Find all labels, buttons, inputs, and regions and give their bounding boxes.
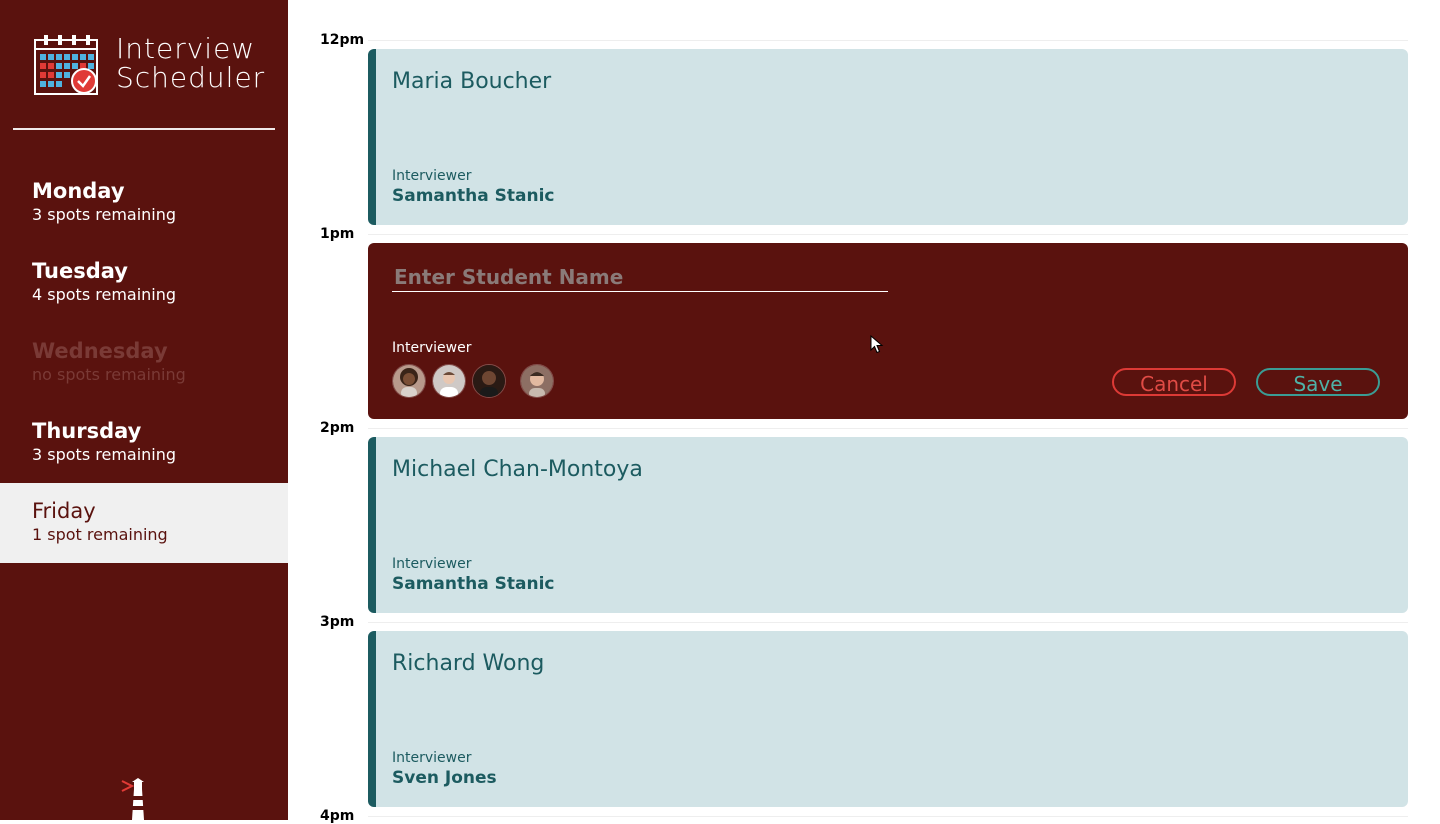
slot-time: 3pm [320, 614, 355, 630]
slot-separator [368, 40, 1408, 41]
interviewer-avatar-2-icon[interactable] [432, 364, 466, 398]
appointment-card[interactable]: Maria Boucher Interviewer Samantha Stani… [368, 49, 1408, 225]
student-name-input[interactable] [392, 263, 888, 292]
day-spots: 1 spot remaining [32, 525, 168, 544]
day-name: Monday [32, 179, 125, 203]
sidebar: Interview Scheduler Monday 3 spots remai… [0, 0, 288, 820]
student-name: Richard Wong [392, 651, 545, 676]
day-spots: 3 spots remaining [32, 205, 177, 224]
slot-time: 4pm [320, 808, 355, 824]
slot-separator [368, 622, 1408, 623]
sidebar-divider [13, 128, 275, 130]
calendar-check-icon [34, 35, 98, 95]
day-item-thursday[interactable]: Thursday 3 spots remaining [0, 403, 288, 483]
appointment-card[interactable]: Richard Wong Interviewer Sven Jones [368, 631, 1408, 807]
day-spots: no spots remaining [32, 365, 186, 384]
slot-separator [368, 816, 1408, 817]
app-title: Interview Scheduler [116, 34, 265, 92]
slot-time: 2pm [320, 420, 355, 436]
interviewer-label: Interviewer [392, 168, 472, 184]
interviewer-avatar-1-icon[interactable] [392, 364, 426, 398]
day-item-monday[interactable]: Monday 3 spots remaining [0, 163, 288, 243]
day-name: Thursday [32, 419, 142, 443]
interviewer-name: Sven Jones [392, 768, 497, 788]
day-item-wednesday[interactable]: Wednesday no spots remaining [0, 323, 288, 403]
interviewer-avatar-4-icon[interactable] [520, 364, 554, 398]
mouse-cursor-icon [870, 335, 884, 354]
day-name: Tuesday [32, 259, 128, 283]
slot-time: 12pm [320, 32, 365, 48]
interviewer-name: Samantha Stanic [392, 574, 555, 594]
interviewer-name: Samantha Stanic [392, 186, 555, 206]
interviewer-label: Interviewer [392, 556, 472, 572]
app-logo: Interview Scheduler [34, 34, 265, 96]
student-name: Maria Boucher [392, 69, 552, 94]
day-spots: 3 spots remaining [32, 445, 177, 464]
day-list: Monday 3 spots remaining Tuesday 4 spots… [0, 163, 288, 563]
appointment-card[interactable]: Michael Chan-Montoya Interviewer Samanth… [368, 437, 1408, 613]
interviewer-label: Interviewer [392, 750, 472, 766]
schedule: 12pm Maria Boucher Interviewer Samantha … [288, 0, 1440, 824]
slot-separator [368, 234, 1408, 235]
day-name: Wednesday [32, 339, 168, 363]
appointment-form: Interviewer [368, 243, 1408, 419]
day-spots: 4 spots remaining [32, 285, 177, 304]
slot-separator [368, 428, 1408, 429]
save-button[interactable]: Save [1256, 368, 1380, 396]
app-title-line2: Scheduler [116, 61, 266, 94]
interviewer-avatar-3-icon[interactable] [472, 364, 506, 398]
slot-time: 1pm [320, 226, 355, 242]
app-title-line1: Interview [116, 32, 256, 65]
day-item-friday[interactable]: Friday 1 spot remaining [0, 483, 288, 563]
cancel-button[interactable]: Cancel [1112, 368, 1236, 396]
lighthouse-logo-icon [121, 778, 144, 820]
day-name: Friday [32, 499, 96, 523]
day-item-tuesday[interactable]: Tuesday 4 spots remaining [0, 243, 288, 323]
student-name: Michael Chan-Montoya [392, 457, 643, 482]
interviewer-label: Interviewer [392, 340, 472, 356]
